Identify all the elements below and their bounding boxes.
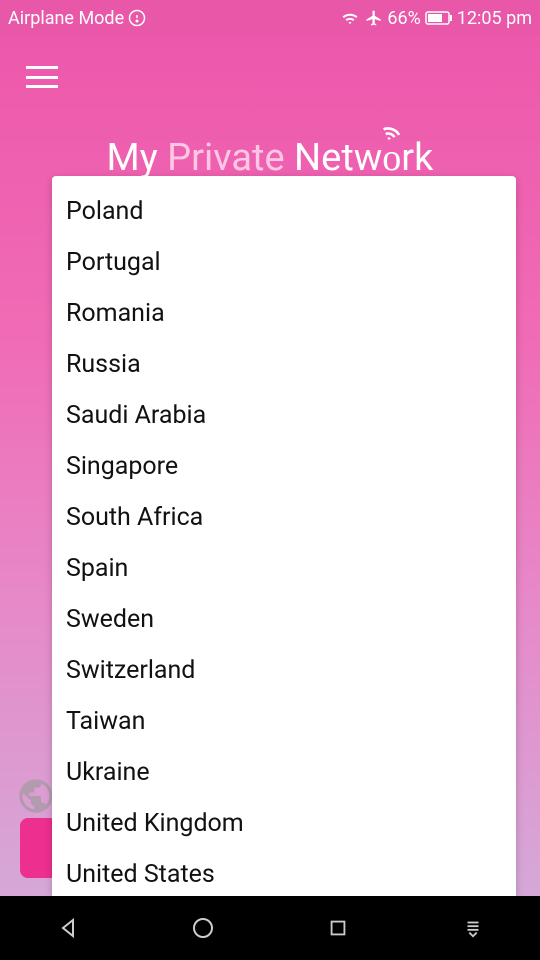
country-item[interactable]: Saudi Arabia xyxy=(52,390,516,441)
country-item[interactable]: Russia xyxy=(52,339,516,390)
status-bar: Airplane Mode 66% 12:05 pm xyxy=(0,0,540,36)
wifi-logo-icon xyxy=(378,122,404,148)
info-icon xyxy=(128,9,146,27)
country-dropdown[interactable]: PolandPortugalRomaniaRussiaSaudi ArabiaS… xyxy=(52,176,516,896)
country-item[interactable]: United Kingdom xyxy=(52,798,516,849)
download-button[interactable] xyxy=(443,908,503,948)
recent-button[interactable] xyxy=(308,908,368,948)
status-right: 66% 12:05 pm xyxy=(339,8,532,29)
home-button[interactable] xyxy=(173,908,233,948)
menu-button[interactable] xyxy=(26,66,58,88)
back-button[interactable] xyxy=(38,908,98,948)
country-item[interactable]: Taiwan xyxy=(52,696,516,747)
country-item[interactable]: Singapore xyxy=(52,441,516,492)
status-left: Airplane Mode xyxy=(8,8,146,29)
airplane-icon xyxy=(365,9,383,27)
country-item[interactable]: United States xyxy=(52,849,516,896)
country-item[interactable]: Ukraine xyxy=(52,747,516,798)
country-item[interactable]: South Africa xyxy=(52,492,516,543)
country-item[interactable]: Poland xyxy=(52,186,516,237)
country-item[interactable]: Switzerland xyxy=(52,645,516,696)
airplane-mode-text: Airplane Mode xyxy=(8,8,124,29)
globe-icon xyxy=(16,776,56,816)
wifi-icon xyxy=(339,9,361,27)
nav-bar xyxy=(0,896,540,960)
battery-icon xyxy=(425,11,453,25)
country-item[interactable]: Sweden xyxy=(52,594,516,645)
country-item[interactable]: Romania xyxy=(52,288,516,339)
main-area: My Private Network PolandPortugalRomania… xyxy=(0,36,540,896)
country-item[interactable]: Spain xyxy=(52,543,516,594)
battery-percent: 66% xyxy=(387,8,420,29)
country-item[interactable]: Portugal xyxy=(52,237,516,288)
clock-time: 12:05 pm xyxy=(457,8,532,29)
